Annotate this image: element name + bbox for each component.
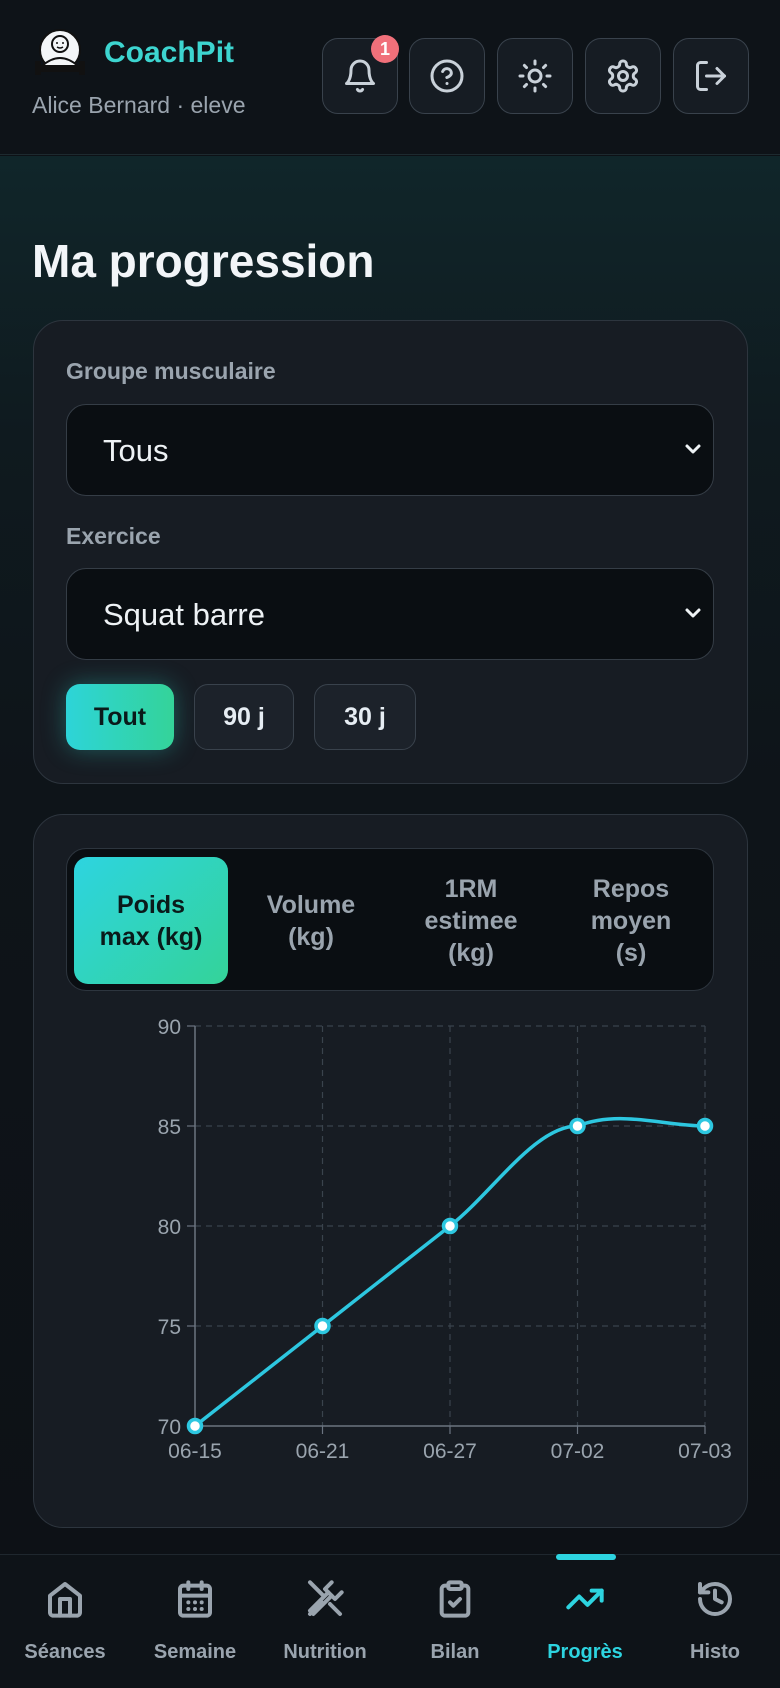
muscle-group-label: Groupe musculaire xyxy=(66,358,276,384)
x-tick-label: 06-15 xyxy=(168,1440,222,1463)
nav-item-histo[interactable]: Histo xyxy=(650,1555,780,1688)
exercise-select[interactable]: Squat barre xyxy=(66,568,714,660)
app-header: CoachPit Alice Bernard · eleve 1 xyxy=(0,0,780,155)
settings-button[interactable] xyxy=(585,38,661,114)
period-90d-button[interactable]: 90 j xyxy=(194,684,294,750)
progress-chart: 70 75 80 85 90 06-15 06-21 06-27 07-02 07-03 xyxy=(158,1016,732,1463)
period-30d-button[interactable]: 30 j xyxy=(314,684,416,750)
tab-avg-rest[interactable]: Repos moyen (s) xyxy=(554,857,708,984)
metric-tabs: Poids max (kg) Volume (kg) 1RM estimee (… xyxy=(66,848,714,991)
nav-item-bilan[interactable]: Bilan xyxy=(390,1555,520,1688)
y-tick-label: 80 xyxy=(158,1216,181,1239)
bottom-nav: Séances Semaine Nutrition Bilan Progrès … xyxy=(0,1554,780,1688)
sun-icon xyxy=(518,59,552,93)
x-tick-label: 06-27 xyxy=(423,1440,477,1463)
nav-item-semaine[interactable]: Semaine xyxy=(130,1555,260,1688)
nav-label: Séances xyxy=(24,1641,106,1663)
period-all-button[interactable]: Tout xyxy=(66,684,174,750)
muscle-group-value: Tous xyxy=(103,433,169,468)
data-point xyxy=(314,1317,331,1335)
chevron-down-icon xyxy=(685,444,701,454)
x-tick-label: 06-21 xyxy=(296,1440,350,1463)
nav-item-nutrition[interactable]: Nutrition xyxy=(260,1555,390,1688)
theme-toggle-button[interactable] xyxy=(497,38,573,114)
y-tick-label: 85 xyxy=(158,1116,181,1139)
utensils-icon xyxy=(308,1580,344,1616)
data-point xyxy=(441,1217,459,1235)
home-icon xyxy=(48,1582,82,1618)
nav-item-seances[interactable]: Séances xyxy=(0,1555,130,1688)
data-point xyxy=(569,1117,586,1135)
help-icon xyxy=(430,59,464,93)
exercise-label: Exercice xyxy=(66,523,161,549)
y-tick-label: 90 xyxy=(158,1016,181,1039)
nav-label: Histo xyxy=(690,1641,740,1663)
trending-up-icon xyxy=(566,1588,604,1610)
notification-badge: 1 xyxy=(371,35,399,63)
chevron-down-icon xyxy=(685,608,701,618)
x-tick-label: 07-02 xyxy=(551,1440,605,1463)
y-tick-label: 70 xyxy=(158,1416,181,1439)
tab-max-weight[interactable]: Poids max (kg) xyxy=(74,857,228,984)
nav-label: Semaine xyxy=(153,1641,237,1663)
coach-logo-icon xyxy=(35,29,85,75)
logout-icon xyxy=(696,61,726,91)
brand-name: CoachPit xyxy=(104,36,235,69)
muscle-group-select[interactable]: Tous xyxy=(66,404,714,496)
history-icon xyxy=(698,1582,732,1616)
gear-icon xyxy=(608,59,638,93)
help-button[interactable] xyxy=(409,38,485,114)
nav-label: Nutrition xyxy=(283,1641,367,1663)
data-point xyxy=(186,1417,204,1435)
nav-label: Progrès xyxy=(547,1641,623,1663)
active-tab-indicator xyxy=(556,1554,616,1560)
x-tick-label: 07-03 xyxy=(678,1440,732,1463)
tab-1rm-estimate[interactable]: 1RM estimee (kg) xyxy=(394,857,548,984)
data-point xyxy=(696,1117,714,1135)
user-info: Alice Bernard · eleve xyxy=(32,92,246,118)
exercise-value: Squat barre xyxy=(103,597,265,632)
clipboard-check-icon xyxy=(439,1580,471,1618)
y-tick-label: 75 xyxy=(158,1316,181,1339)
nav-label: Bilan xyxy=(430,1641,480,1663)
logout-button[interactable] xyxy=(673,38,749,114)
calendar-icon xyxy=(178,1580,212,1618)
bell-icon xyxy=(345,59,375,93)
nav-item-progres[interactable]: Progrès xyxy=(520,1555,650,1688)
page-title: Ma progression xyxy=(32,235,375,287)
tab-volume[interactable]: Volume (kg) xyxy=(234,857,388,984)
